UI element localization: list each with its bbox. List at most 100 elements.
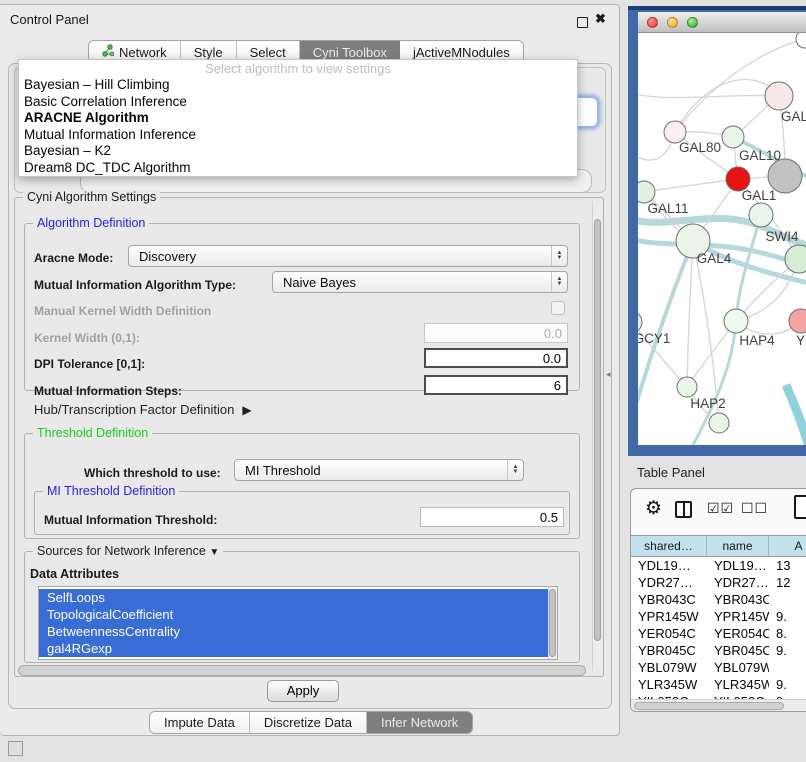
column-header-name[interactable]: name <box>707 536 769 556</box>
table-cell[interactable] <box>769 659 806 676</box>
list-scrollbar-thumb[interactable] <box>549 589 556 657</box>
list-vertical-scrollbar[interactable] <box>548 587 557 660</box>
table-cell[interactable]: YLR345W <box>707 676 769 693</box>
table-cell[interactable]: YLR345W <box>631 676 707 693</box>
collapse-arrow-icon[interactable]: ▼ <box>209 547 219 558</box>
table-cell[interactable]: YBR045C <box>631 642 707 659</box>
mi-steps-field[interactable] <box>424 375 568 395</box>
tab-discretize-data[interactable]: Discretize Data <box>250 712 367 733</box>
close-icon[interactable]: ✖ <box>595 11 606 27</box>
tab-infer-network[interactable]: Infer Network <box>367 712 472 733</box>
network-canvas[interactable]: GALGAL80GAL10GAL1GAL11SWI4GAL4GCY1HAP4YH… <box>638 33 806 445</box>
mi-threshold-field[interactable] <box>420 507 564 527</box>
apply-button[interactable]: Apply <box>267 680 339 702</box>
table-cell[interactable]: YDR27… <box>631 574 707 591</box>
table-cell[interactable]: YDL19… <box>631 557 707 574</box>
column-header-partial[interactable]: A <box>769 536 806 556</box>
table-cell[interactable]: 9. <box>769 676 806 693</box>
settings-horizontal-scrollbar[interactable] <box>18 665 586 676</box>
settings-vertical-scrollbar[interactable] <box>592 201 602 671</box>
network-node-hap4[interactable] <box>724 309 748 333</box>
document-icon[interactable] <box>794 495 806 519</box>
aracne-mode-select[interactable]: Discovery ▲▼ <box>128 245 568 267</box>
table-row[interactable]: YER054CYER054C8. <box>631 625 806 642</box>
table-row[interactable]: YDR27…YDR27…12 <box>631 574 806 591</box>
table-cell[interactable]: YBL079W <box>631 659 707 676</box>
column-header-shared-name[interactable]: shared… <box>631 536 707 556</box>
table-cell[interactable]: YBR043C <box>631 591 707 608</box>
table-cell[interactable]: YBR043C <box>707 591 769 608</box>
table-cell[interactable]: 9. <box>769 642 806 659</box>
table-row[interactable]: YDL19…YDL19…13 <box>631 557 806 574</box>
network-node-swi4[interactable] <box>749 203 773 227</box>
algorithm-option[interactable]: Bayesian – K2 <box>19 143 577 160</box>
table-hscroll-thumb[interactable] <box>634 702 784 710</box>
which-threshold-label: Which threshold to use: <box>84 466 221 480</box>
table-row[interactable]: YBR045CYBR045C9. <box>631 642 806 659</box>
network-node-gal7[interactable] <box>765 82 793 110</box>
network-node-pink-right[interactable] <box>789 309 806 333</box>
table-cell[interactable] <box>769 591 806 608</box>
table-cell[interactable]: YPR145W <box>707 608 769 625</box>
data-attribute-item[interactable]: TopologicalCoefficient <box>39 606 557 623</box>
network-node-bottom-green[interactable] <box>709 413 729 433</box>
splitpane-collapse-icon[interactable]: ◂ <box>606 369 611 380</box>
table-cell[interactable]: YPR145W <box>631 608 707 625</box>
hub-definition-expander[interactable]: Hub/Transcription Factor Definition▶ <box>34 402 252 417</box>
gear-icon[interactable]: ⚙ <box>645 497 662 520</box>
network-edge[interactable] <box>644 179 738 192</box>
mi-threshold-definition-title: MI Threshold Definition <box>43 484 179 498</box>
settings-scrollbar-thumb[interactable] <box>594 219 601 641</box>
algorithm-option[interactable]: ARACNE Algorithm <box>19 110 577 127</box>
table-cell[interactable]: YDL19… <box>707 557 769 574</box>
table-cell[interactable]: YDR27… <box>707 574 769 591</box>
network-node-gal11[interactable] <box>638 181 655 203</box>
data-attribute-item[interactable]: SelfLoops <box>39 589 557 606</box>
table-horizontal-scrollbar[interactable] <box>631 699 806 712</box>
table-cell[interactable]: YER054C <box>631 625 707 642</box>
float-window-icon[interactable] <box>577 17 588 28</box>
minimized-panel-icon[interactable] <box>8 741 23 756</box>
network-edge[interactable] <box>687 241 693 387</box>
network-edge[interactable] <box>786 385 806 445</box>
table-cell[interactable]: 13 <box>769 557 806 574</box>
algorithm-option[interactable]: Bayesian – Hill Climbing <box>19 77 577 94</box>
table-cell[interactable]: YBR045C <box>707 642 769 659</box>
network-node-gcy1[interactable] <box>638 311 642 333</box>
network-edge[interactable] <box>675 80 779 132</box>
table-cell[interactable]: YBL079W <box>707 659 769 676</box>
network-node-top-partial[interactable] <box>796 33 806 48</box>
column-layout-icon[interactable] <box>675 501 692 518</box>
bottom-tabbar: Impute Data Discretize Data Infer Networ… <box>149 711 473 734</box>
algorithm-option[interactable]: Mutual Information Inference <box>19 127 577 144</box>
select-all-checkboxes-icon[interactable]: ☑☑ <box>707 500 734 517</box>
table-cell[interactable]: 9. <box>769 608 806 625</box>
algorithm-popup-list: Bayesian – Hill ClimbingBasic Correlatio… <box>19 77 577 176</box>
table-cell[interactable]: 12 <box>769 574 806 591</box>
table-row[interactable]: YPR145WYPR145W9. <box>631 608 806 625</box>
manual-kernel-width-checkbox[interactable] <box>551 301 565 315</box>
kernel-width-field[interactable] <box>424 323 568 343</box>
zoom-traffic-light-icon[interactable] <box>687 17 698 28</box>
table-row[interactable]: YBR043CYBR043C <box>631 591 806 608</box>
network-node-hap2[interactable] <box>677 377 697 397</box>
minimize-traffic-light-icon[interactable] <box>667 17 678 28</box>
table-cell[interactable]: YER054C <box>707 625 769 642</box>
table-row[interactable]: YLR345WYLR345W9. <box>631 676 806 693</box>
network-window-titlebar[interactable] <box>638 12 806 33</box>
close-traffic-light-icon[interactable] <box>647 17 658 28</box>
deselect-all-checkboxes-icon[interactable]: ☐☐ <box>741 500 768 517</box>
cyni-settings-group-title: Cyni Algorithm Settings <box>23 190 160 204</box>
algorithm-option[interactable]: Basic Correlation Inference <box>19 94 577 111</box>
network-node-gal10[interactable] <box>722 126 744 148</box>
tab-impute-data[interactable]: Impute Data <box>150 712 250 733</box>
data-attribute-item[interactable]: BetweennessCentrality <box>39 623 557 640</box>
dpi-tolerance-field[interactable] <box>424 348 568 368</box>
table-row[interactable]: YBL079WYBL079W <box>631 659 806 676</box>
stepper-arrows-icon: ▲▼ <box>551 272 567 292</box>
mi-algorithm-type-select[interactable]: Naive Bayes ▲▼ <box>272 271 568 293</box>
algorithm-option[interactable]: Dream8 DC_TDC Algorithm <box>19 160 577 177</box>
table-cell[interactable]: 8. <box>769 625 806 642</box>
data-attribute-item[interactable]: gal4RGexp <box>39 640 557 657</box>
which-threshold-select[interactable]: MI Threshold ▲▼ <box>234 459 524 481</box>
